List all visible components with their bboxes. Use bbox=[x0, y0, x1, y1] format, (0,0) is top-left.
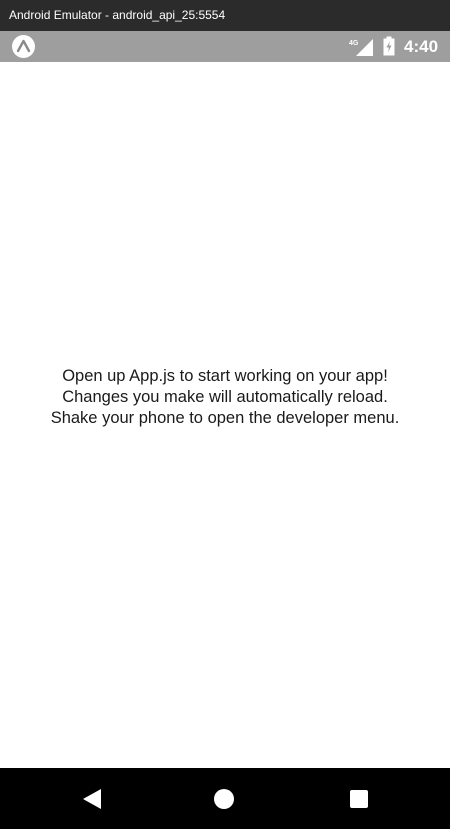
signal-icon: 4G bbox=[349, 37, 375, 57]
navigation-bar bbox=[0, 768, 450, 829]
welcome-message: Open up App.js to start working on your … bbox=[0, 366, 450, 429]
status-bar: 4G 4:40 bbox=[0, 31, 450, 62]
emulator-window: Android Emulator - android_api_25:5554 4… bbox=[0, 0, 450, 829]
network-type-label: 4G bbox=[349, 40, 359, 47]
app-content: Open up App.js to start working on your … bbox=[0, 62, 450, 768]
recents-icon[interactable] bbox=[346, 786, 372, 812]
message-line-3: Shake your phone to open the developer m… bbox=[50, 409, 400, 427]
message-line-1: Open up App.js to start working on your … bbox=[62, 367, 388, 385]
message-line-2: Changes you make will automatically relo… bbox=[62, 388, 388, 406]
window-title: Android Emulator - android_api_25:5554 bbox=[0, 0, 450, 31]
expo-icon[interactable] bbox=[12, 35, 35, 58]
back-icon[interactable] bbox=[79, 786, 105, 812]
home-icon[interactable] bbox=[211, 786, 237, 812]
battery-charging-icon bbox=[383, 36, 395, 56]
status-clock: 4:40 bbox=[404, 37, 439, 56]
